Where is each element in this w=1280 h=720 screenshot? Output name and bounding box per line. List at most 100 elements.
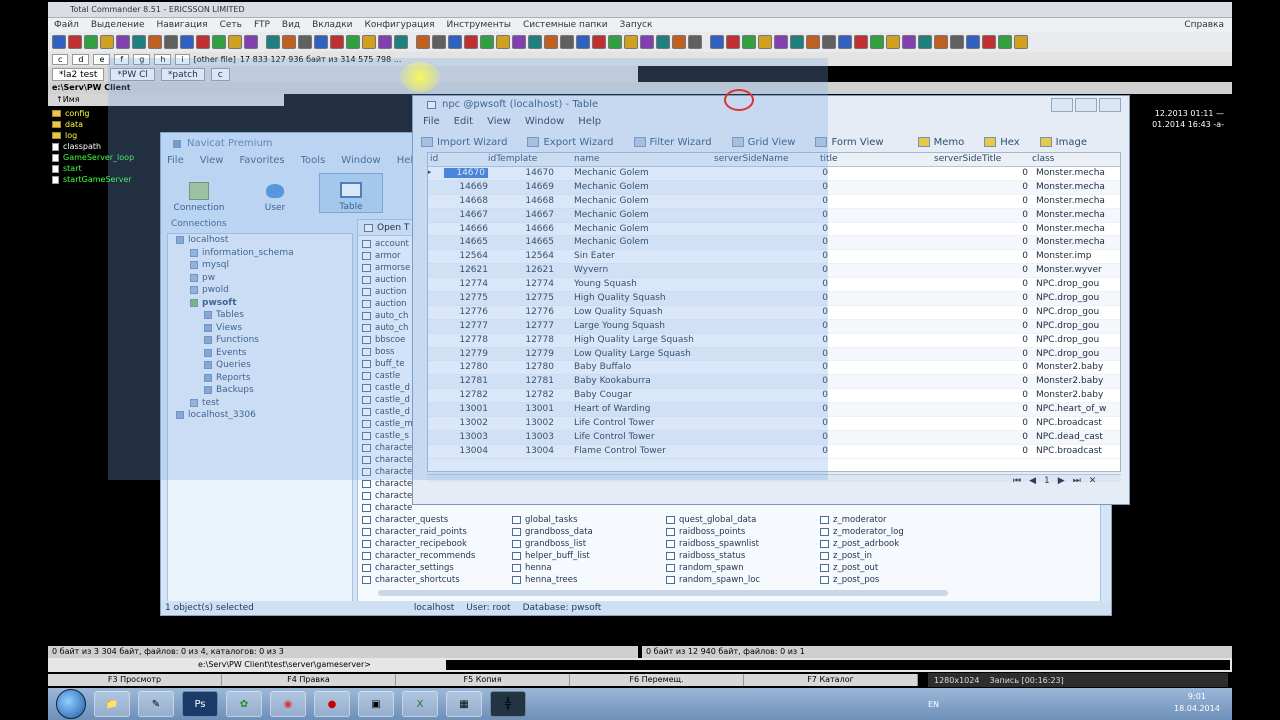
toolbar-button-icon[interactable] <box>100 35 114 49</box>
toolbar-button-icon[interactable] <box>758 35 772 49</box>
minimize-button[interactable] <box>1051 98 1073 112</box>
gear-app-taskbar-icon[interactable]: ✿ <box>226 691 262 717</box>
drive-c[interactable]: c <box>52 53 69 65</box>
notepad-taskbar-icon[interactable]: ✎ <box>138 691 174 717</box>
prev-record-icon[interactable]: ◀ <box>1029 476 1036 486</box>
toolbar-button-icon[interactable] <box>998 35 1012 49</box>
table-object-item[interactable]: global_tasks <box>512 514 593 526</box>
next-record-icon[interactable]: ▶ <box>1058 476 1065 486</box>
cell-serversidetitle[interactable]: 0 <box>1014 432 1028 442</box>
toolbar-button-icon[interactable] <box>244 35 258 49</box>
cell-serversidetitle[interactable]: 0 <box>1014 418 1028 428</box>
cell-serversidetitle[interactable]: 0 <box>1014 237 1028 247</box>
toolbar-button-icon[interactable] <box>934 35 948 49</box>
table-object-item[interactable]: raidboss_status <box>666 550 760 562</box>
fkey-button[interactable]: F5 Копия <box>396 674 570 686</box>
toolbar-button-icon[interactable] <box>228 35 242 49</box>
cell-class[interactable]: NPC.drop_gou <box>1036 307 1120 317</box>
cell-class[interactable]: Monster2.baby <box>1036 362 1120 372</box>
toolbar-button-icon[interactable] <box>608 35 622 49</box>
toolbar-button-icon[interactable] <box>1014 35 1028 49</box>
grid-column-header[interactable]: class <box>1032 154 1054 164</box>
drive-d[interactable]: d <box>72 53 90 65</box>
tc-menu-item[interactable]: Навигация <box>156 20 207 30</box>
cell-serversidetitle[interactable]: 0 <box>1014 376 1028 386</box>
toolbar-button-icon[interactable] <box>966 35 980 49</box>
toolbar-button-icon[interactable] <box>902 35 916 49</box>
toolbar-button-icon[interactable] <box>688 35 702 49</box>
cell-serversidetitle[interactable]: 0 <box>1014 349 1028 359</box>
tc-menu-item[interactable]: Вид <box>282 20 300 30</box>
table-object-item[interactable]: henna <box>512 562 593 574</box>
cell-serversidetitle[interactable]: 0 <box>1014 265 1028 275</box>
toolbar-button-icon[interactable] <box>196 35 210 49</box>
grid-column-header[interactable]: serverSideTitle <box>934 154 1001 164</box>
toolbar-button-icon[interactable] <box>432 35 446 49</box>
table-object-item[interactable]: z_post_adrbook <box>820 538 904 550</box>
cell-class[interactable]: Monster.mecha <box>1036 168 1120 178</box>
toolbar-button-icon[interactable] <box>180 35 194 49</box>
tc-menu-help[interactable]: Справка <box>1184 20 1232 30</box>
cell-class[interactable]: Monster.mecha <box>1036 224 1120 234</box>
chrome-taskbar-icon[interactable]: ◉ <box>270 691 306 717</box>
toolbar-button-icon[interactable] <box>212 35 226 49</box>
toolbar-button-icon[interactable] <box>544 35 558 49</box>
cell-class[interactable]: Monster2.baby <box>1036 390 1120 400</box>
close-button[interactable] <box>1099 98 1121 112</box>
toolbar-button-icon[interactable] <box>148 35 162 49</box>
table-object-item[interactable]: z_moderator <box>820 514 904 526</box>
table-object-item[interactable]: character_quests <box>362 514 475 526</box>
fkey-button[interactable]: F7 Каталог <box>744 674 918 686</box>
cell-class[interactable]: NPC.drop_gou <box>1036 335 1120 345</box>
save-taskbar-icon[interactable]: ▣ <box>358 691 394 717</box>
cell-serversidetitle[interactable]: 0 <box>1014 293 1028 303</box>
table-object-item[interactable]: random_spawn_loc <box>666 574 760 586</box>
fkey-button[interactable]: F6 Перемещ. <box>570 674 744 686</box>
tc-menu-item[interactable]: Файл <box>54 20 79 30</box>
table-object-item[interactable]: z_post_in <box>820 550 904 562</box>
object-hscrollbar[interactable] <box>378 590 948 596</box>
clock[interactable]: 9:01 18.04.2014 <box>1174 691 1220 715</box>
cell-class[interactable]: NPC.drop_gou <box>1036 349 1120 359</box>
toolbar-button-icon[interactable] <box>640 35 654 49</box>
fkey-button[interactable]: F3 Просмотр <box>48 674 222 686</box>
toolbar-button-icon[interactable] <box>346 35 360 49</box>
first-record-icon[interactable]: ⏮ <box>1013 476 1021 486</box>
cell-class[interactable]: Monster.mecha <box>1036 196 1120 206</box>
toolbar-button-icon[interactable] <box>710 35 724 49</box>
toolbar-button-icon[interactable] <box>68 35 82 49</box>
toolbar-button-icon[interactable] <box>416 35 430 49</box>
cell-serversidetitle[interactable]: 0 <box>1014 168 1028 178</box>
cell-serversidetitle[interactable]: 0 <box>1014 251 1028 261</box>
toolbar-button-icon[interactable] <box>266 35 280 49</box>
cell-serversidetitle[interactable]: 0 <box>1014 390 1028 400</box>
record-taskbar-icon[interactable]: ● <box>314 691 350 717</box>
cell-class[interactable]: Monster.mecha <box>1036 210 1120 220</box>
cell-serversidetitle[interactable]: 0 <box>1014 279 1028 289</box>
refresh-icon[interactable]: ✕ <box>1089 476 1097 486</box>
cell-class[interactable]: Monster.imp <box>1036 251 1120 261</box>
table-object-item[interactable]: character_raid_points <box>362 526 475 538</box>
photoshop-taskbar-icon[interactable]: Ps <box>182 691 218 717</box>
table-object-item[interactable]: z_post_out <box>820 562 904 574</box>
toolbar-button-icon[interactable] <box>726 35 740 49</box>
toolbar-button-icon[interactable] <box>330 35 344 49</box>
cell-serversidetitle[interactable]: 0 <box>1014 307 1028 317</box>
cell-serversidetitle[interactable]: 0 <box>1014 182 1028 192</box>
toolbar-button-icon[interactable] <box>918 35 932 49</box>
table-object-item[interactable]: quest_global_data <box>666 514 760 526</box>
table-object-item[interactable]: z_post_pos <box>820 574 904 586</box>
table-object-item[interactable]: grandboss_data <box>512 526 593 538</box>
toolbar-button-icon[interactable] <box>528 35 542 49</box>
cell-class[interactable]: NPC.dead_cast <box>1036 432 1120 442</box>
toolbar-button-icon[interactable] <box>742 35 756 49</box>
toolbar-button-icon[interactable] <box>378 35 392 49</box>
excel-taskbar-icon[interactable]: X <box>402 691 438 717</box>
cell-serversidetitle[interactable]: 0 <box>1014 362 1028 372</box>
toolbar-button-icon[interactable] <box>806 35 820 49</box>
toolbar-button-icon[interactable] <box>512 35 526 49</box>
toolbar-button-icon[interactable] <box>116 35 130 49</box>
table-object-item[interactable]: z_moderator_log <box>820 526 904 538</box>
explorer-taskbar-icon[interactable]: 📁 <box>94 691 130 717</box>
cell-serversidetitle[interactable]: 0 <box>1014 446 1028 456</box>
